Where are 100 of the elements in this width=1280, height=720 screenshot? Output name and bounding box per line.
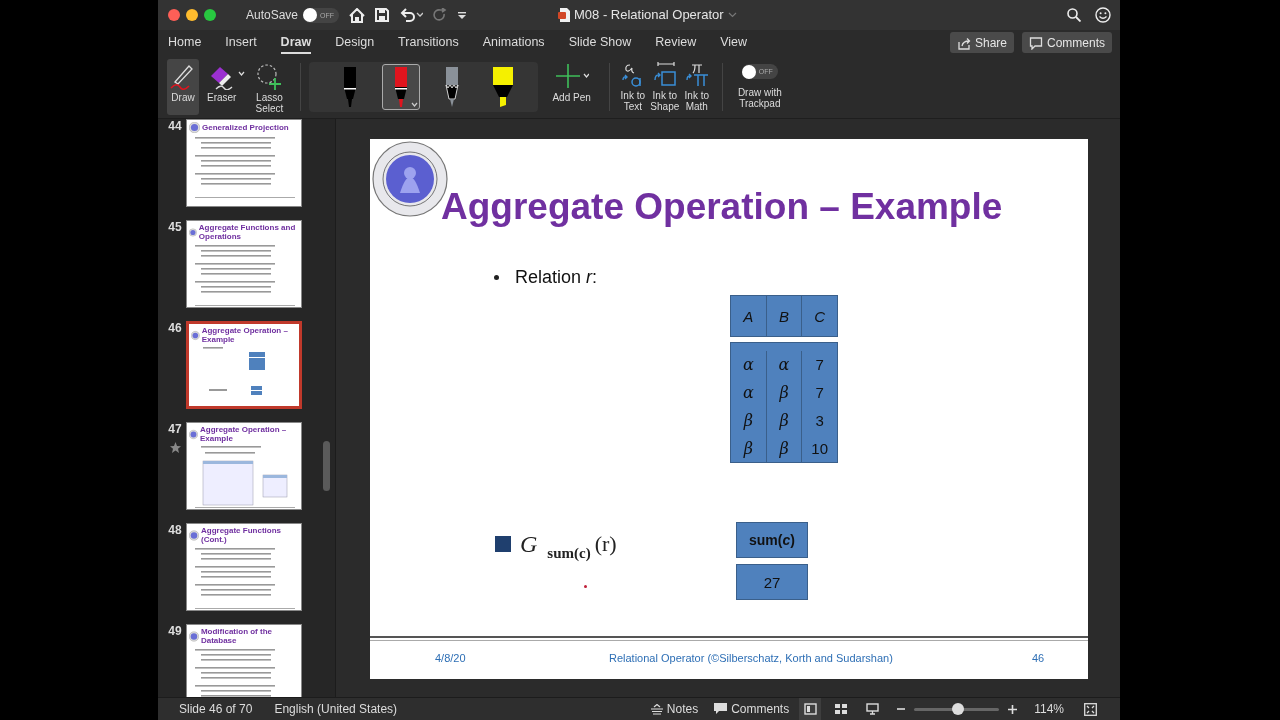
table-cell-text: α: [742, 382, 754, 404]
add-pen-button[interactable]: Add Pen: [550, 58, 593, 115]
slide-thumbnail[interactable]: Aggregate Operation – Example: [186, 422, 302, 510]
share-button[interactable]: Share: [949, 32, 1014, 53]
close-icon[interactable]: [168, 9, 180, 21]
search-icon[interactable]: [1067, 8, 1081, 22]
fit-to-window-icon[interactable]: [1084, 702, 1097, 716]
ink-button[interactable]: Ink to Text: [617, 58, 648, 115]
operator-argument: (r): [594, 531, 617, 557]
slide-thumbnail[interactable]: Aggregate Operation – Example: [186, 321, 302, 409]
slide-number: 44: [168, 119, 182, 133]
bullet-text: Relation r:: [515, 267, 598, 288]
slide-thumbnail[interactable]: Generalized Projection: [186, 119, 302, 207]
plus-icon: [554, 61, 589, 90]
comments-button[interactable]: Comments: [708, 702, 796, 716]
window-title: M08 - Relational Operator: [574, 7, 724, 22]
pen-swatch[interactable]: [382, 63, 421, 110]
ink-button[interactable]: Ink to Math: [681, 58, 712, 115]
slide-thumbnail[interactable]: Aggregate Functions and Operations: [186, 220, 302, 308]
table-cell-text: β: [743, 438, 753, 460]
chevron-down-icon: [411, 101, 419, 107]
column-header: A: [731, 296, 767, 336]
share-icon: [956, 35, 971, 50]
slide-thumbnail[interactable]: Aggregate Functions (Cont.): [186, 523, 302, 611]
ink-to-math-icon: [683, 61, 710, 88]
lasso-icon: [255, 61, 284, 90]
comments-button[interactable]: Comments: [1022, 32, 1112, 53]
home-icon[interactable]: [349, 7, 366, 23]
slide-counter: Slide 46 of 70: [179, 702, 253, 716]
logo-icon: [189, 226, 197, 238]
column-header: B: [766, 296, 803, 336]
ribbon-tab[interactable]: View: [720, 31, 748, 54]
maximize-icon[interactable]: [204, 9, 216, 21]
thumbnail-title: Aggregate Operation – Example: [201, 326, 289, 344]
ribbon-tab[interactable]: Design: [335, 31, 375, 54]
ribbon-tab[interactable]: Draw: [280, 31, 312, 54]
table-cell-text: β: [779, 438, 789, 460]
notes-button[interactable]: Notes: [644, 702, 705, 716]
table-cell-text: β: [743, 410, 753, 432]
thumbnail-title: Aggregate Functions (Cont.): [201, 526, 282, 544]
column-header: sum(c): [736, 522, 808, 558]
normal-view-icon: [803, 703, 817, 715]
chevron-down-icon: [238, 70, 246, 76]
ink-button[interactable]: Ink to Shape: [649, 58, 680, 115]
thumbnail-title: Generalized Projection: [202, 123, 289, 132]
ribbon-tab[interactable]: Insert: [225, 31, 257, 54]
bullet-square-icon: [495, 536, 511, 552]
table-cell-text: β: [779, 382, 789, 404]
slide-number: 49: [168, 624, 182, 638]
slide-number: 46: [1032, 652, 1045, 664]
table-cell-text: α: [742, 354, 754, 376]
tool-button[interactable]: Lasso Select: [252, 58, 287, 115]
tool-button[interactable]: Draw: [167, 58, 199, 115]
comment-icon: [714, 703, 728, 715]
column-header: C: [813, 306, 827, 327]
ink-to-shape-icon: [651, 61, 678, 88]
slide-thumbnail[interactable]: Modification of the Database: [186, 624, 302, 697]
operator-symbol: G: [520, 531, 538, 558]
document-icon: [558, 7, 570, 22]
slide-title: Aggregate Operation – Example: [441, 186, 1003, 228]
tool-button[interactable]: Eraser: [205, 58, 247, 115]
notes-icon: [650, 703, 663, 715]
language-label[interactable]: English (United States): [274, 702, 398, 716]
undo-icon[interactable]: [399, 8, 424, 22]
slide-number: 47: [168, 422, 182, 436]
thumbnail-title: Aggregate Functions and Operations: [198, 223, 297, 241]
smiley-icon[interactable]: [1095, 7, 1111, 23]
logo-icon: [191, 329, 200, 341]
zoom-in-icon[interactable]: [1008, 704, 1018, 714]
chevron-down-icon[interactable]: [727, 11, 737, 18]
redo-icon[interactable]: [433, 8, 448, 22]
table-cell: 27: [736, 564, 808, 600]
table-cell-text: 7: [815, 355, 824, 375]
thumbnail-title: Modification of the Database: [200, 627, 273, 645]
save-icon[interactable]: [375, 8, 390, 22]
table-cell-text: β: [779, 410, 789, 432]
logo-icon: [189, 122, 200, 133]
ribbon-tab[interactable]: Home: [168, 31, 202, 54]
ribbon-tab[interactable]: Slide Show: [568, 31, 632, 54]
ribbon-tab[interactable]: Transitions: [398, 31, 459, 54]
zoom-percent[interactable]: 114%: [1034, 702, 1064, 716]
slide-number: 45: [168, 220, 182, 234]
table-cell-text: α: [778, 354, 790, 376]
customize-icon[interactable]: [457, 10, 468, 20]
footer-text: Relational Operator (©Silberschatz, Korth and Sudarshan): [609, 652, 893, 664]
logo-icon: [189, 529, 199, 541]
zoom-out-icon[interactable]: [897, 705, 906, 713]
table-cell-text: 10: [811, 439, 828, 459]
slide-number: 48: [168, 523, 182, 537]
view-button[interactable]: [799, 698, 822, 720]
ribbon-tab[interactable]: Animations: [482, 31, 545, 54]
footer-date: 4/8/20: [435, 652, 466, 664]
slider-thumb[interactable]: [952, 702, 965, 715]
ribbon-tab[interactable]: Review: [655, 31, 697, 54]
logo-icon: [189, 630, 199, 642]
scrollbar-thumb[interactable]: [323, 441, 330, 491]
trackpad-label: Draw with Trackpad: [736, 87, 783, 109]
comment-icon: [1029, 35, 1043, 50]
thumbnail-title: Aggregate Operation – Example: [199, 425, 288, 443]
minimize-icon[interactable]: [186, 9, 198, 21]
